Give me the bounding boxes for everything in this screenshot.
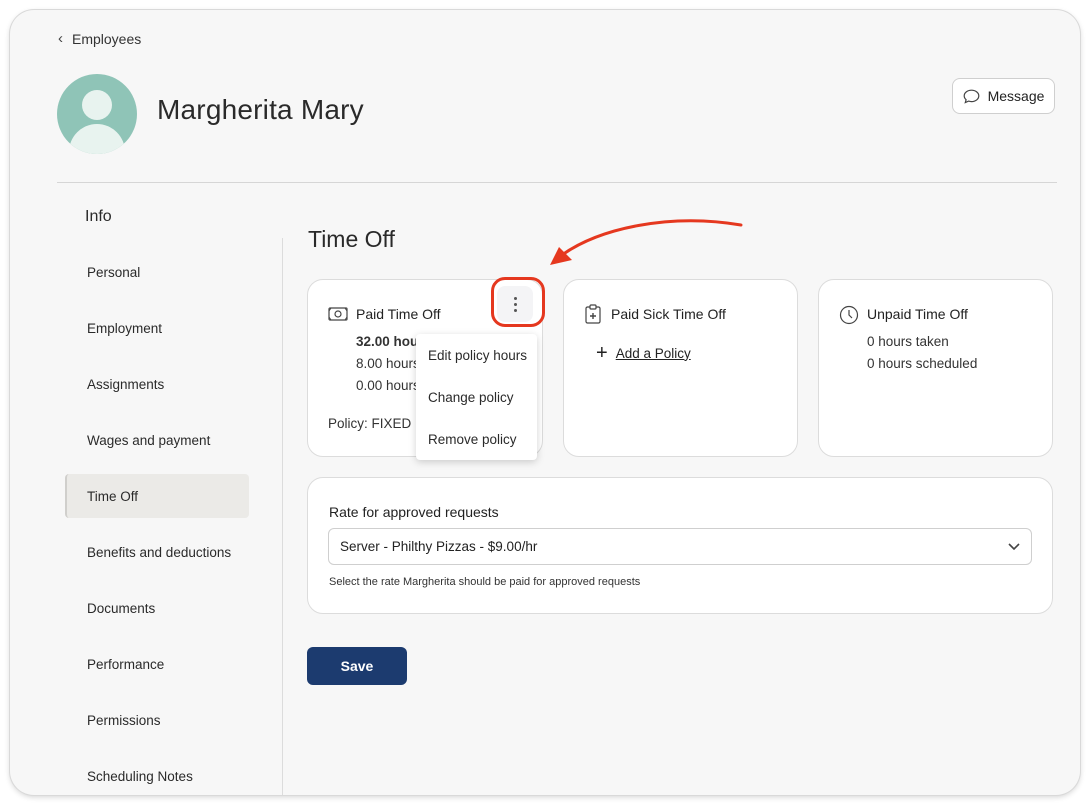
sidebar-item-employment[interactable]: Employment: [65, 306, 249, 350]
sidebar-item-label: Permissions: [87, 712, 161, 728]
sidebar-item-scheduling-notes[interactable]: Scheduling Notes: [65, 754, 249, 795]
employee-name: Margherita Mary: [157, 94, 364, 125]
chevron-left-icon: ‹: [58, 30, 63, 47]
rate-help-text: Select the rate Margherita should be pai…: [329, 576, 641, 588]
sidebar-item-label: Performance: [87, 656, 165, 672]
sidebar-item-label: Time Off: [87, 488, 139, 504]
card-title: Paid Time Off: [356, 306, 441, 322]
policy-options-button[interactable]: [497, 286, 533, 322]
save-button[interactable]: Save: [307, 647, 407, 685]
rate-select[interactable]: Server - Philthy Pizzas - $9.00/hr: [328, 528, 1032, 565]
sidebar-item-label: Benefits and deductions: [87, 544, 232, 560]
hours-taken: 8.00 hours: [356, 356, 420, 371]
avatar: [57, 74, 137, 154]
change-policy-item[interactable]: Change policy: [428, 390, 514, 405]
card-title: Unpaid Time Off: [867, 306, 968, 322]
unpaid-time-off-card: Unpaid Time Off 0 hours taken 0 hours sc…: [818, 279, 1053, 457]
more-vertical-icon: [513, 296, 517, 300]
clock-icon: [839, 305, 859, 325]
rate-selected-value: Server - Philthy Pizzas - $9.00/hr: [340, 539, 538, 554]
avatar-head-icon: [82, 90, 112, 120]
hours-scheduled: 0.00 hours: [356, 378, 420, 393]
app-window: ‹ Employees Margherita Mary Message Info…: [10, 10, 1080, 795]
policy-options-menu: Edit policy hours Change policy Remove p…: [416, 334, 537, 460]
sidebar-item-wages[interactable]: Wages and payment: [65, 418, 249, 462]
policy-name: Policy: FIXED P: [328, 416, 425, 431]
page-title: Time Off: [308, 226, 395, 252]
cash-icon: [328, 307, 348, 321]
avatar-body-icon: [69, 124, 125, 154]
sidebar-item-assignments[interactable]: Assignments: [65, 362, 249, 406]
sidebar-title: Info: [85, 208, 112, 225]
sidebar-item-permissions[interactable]: Permissions: [65, 698, 249, 742]
sidebar-separator: [282, 238, 283, 795]
sidebar-item-label: Scheduling Notes: [87, 768, 193, 784]
sidebar-item-label: Documents: [87, 600, 156, 616]
card-title: Paid Sick Time Off: [611, 306, 726, 322]
more-vertical-icon: [513, 308, 517, 312]
sidebar-item-benefits[interactable]: Benefits and deductions: [65, 530, 249, 574]
sidebar-item-label: Employment: [87, 320, 163, 336]
unpaid-hours-scheduled: 0 hours scheduled: [867, 356, 978, 371]
rate-card: Rate for approved requests Server - Phil…: [307, 477, 1053, 614]
sidebar-item-label: Personal: [87, 264, 141, 280]
chat-bubble-icon: [963, 89, 979, 104]
rate-label: Rate for approved requests: [329, 504, 499, 520]
sidebar-item-label: Assignments: [87, 376, 165, 392]
add-policy-link[interactable]: + Add a Policy: [596, 343, 691, 363]
message-button-label: Message: [987, 88, 1045, 104]
back-link-label: Employees: [72, 30, 142, 47]
unpaid-hours-taken: 0 hours taken: [867, 334, 949, 349]
edit-policy-hours-item[interactable]: Edit policy hours: [428, 348, 527, 363]
paid-sick-time-off-card: Paid Sick Time Off + Add a Policy: [563, 279, 798, 457]
remove-policy-item[interactable]: Remove policy: [428, 432, 517, 447]
chevron-down-icon: [1008, 543, 1020, 551]
clipboard-medical-icon: [585, 304, 601, 324]
sidebar-item-performance[interactable]: Performance: [65, 642, 249, 686]
sidebar-item-personal[interactable]: Personal: [65, 250, 249, 294]
hours-available: 32.00 hou: [356, 334, 419, 349]
back-to-employees-link[interactable]: ‹ Employees: [58, 30, 141, 47]
sidebar-item-time-off[interactable]: Time Off: [65, 474, 249, 518]
plus-icon: +: [596, 342, 608, 364]
message-button[interactable]: Message: [952, 78, 1055, 114]
add-policy-label: Add a Policy: [615, 345, 691, 361]
sidebar-item-label: Wages and payment: [87, 432, 211, 448]
sidebar-item-documents[interactable]: Documents: [65, 586, 249, 630]
header-divider: [57, 182, 1057, 183]
more-vertical-icon: [513, 302, 517, 306]
